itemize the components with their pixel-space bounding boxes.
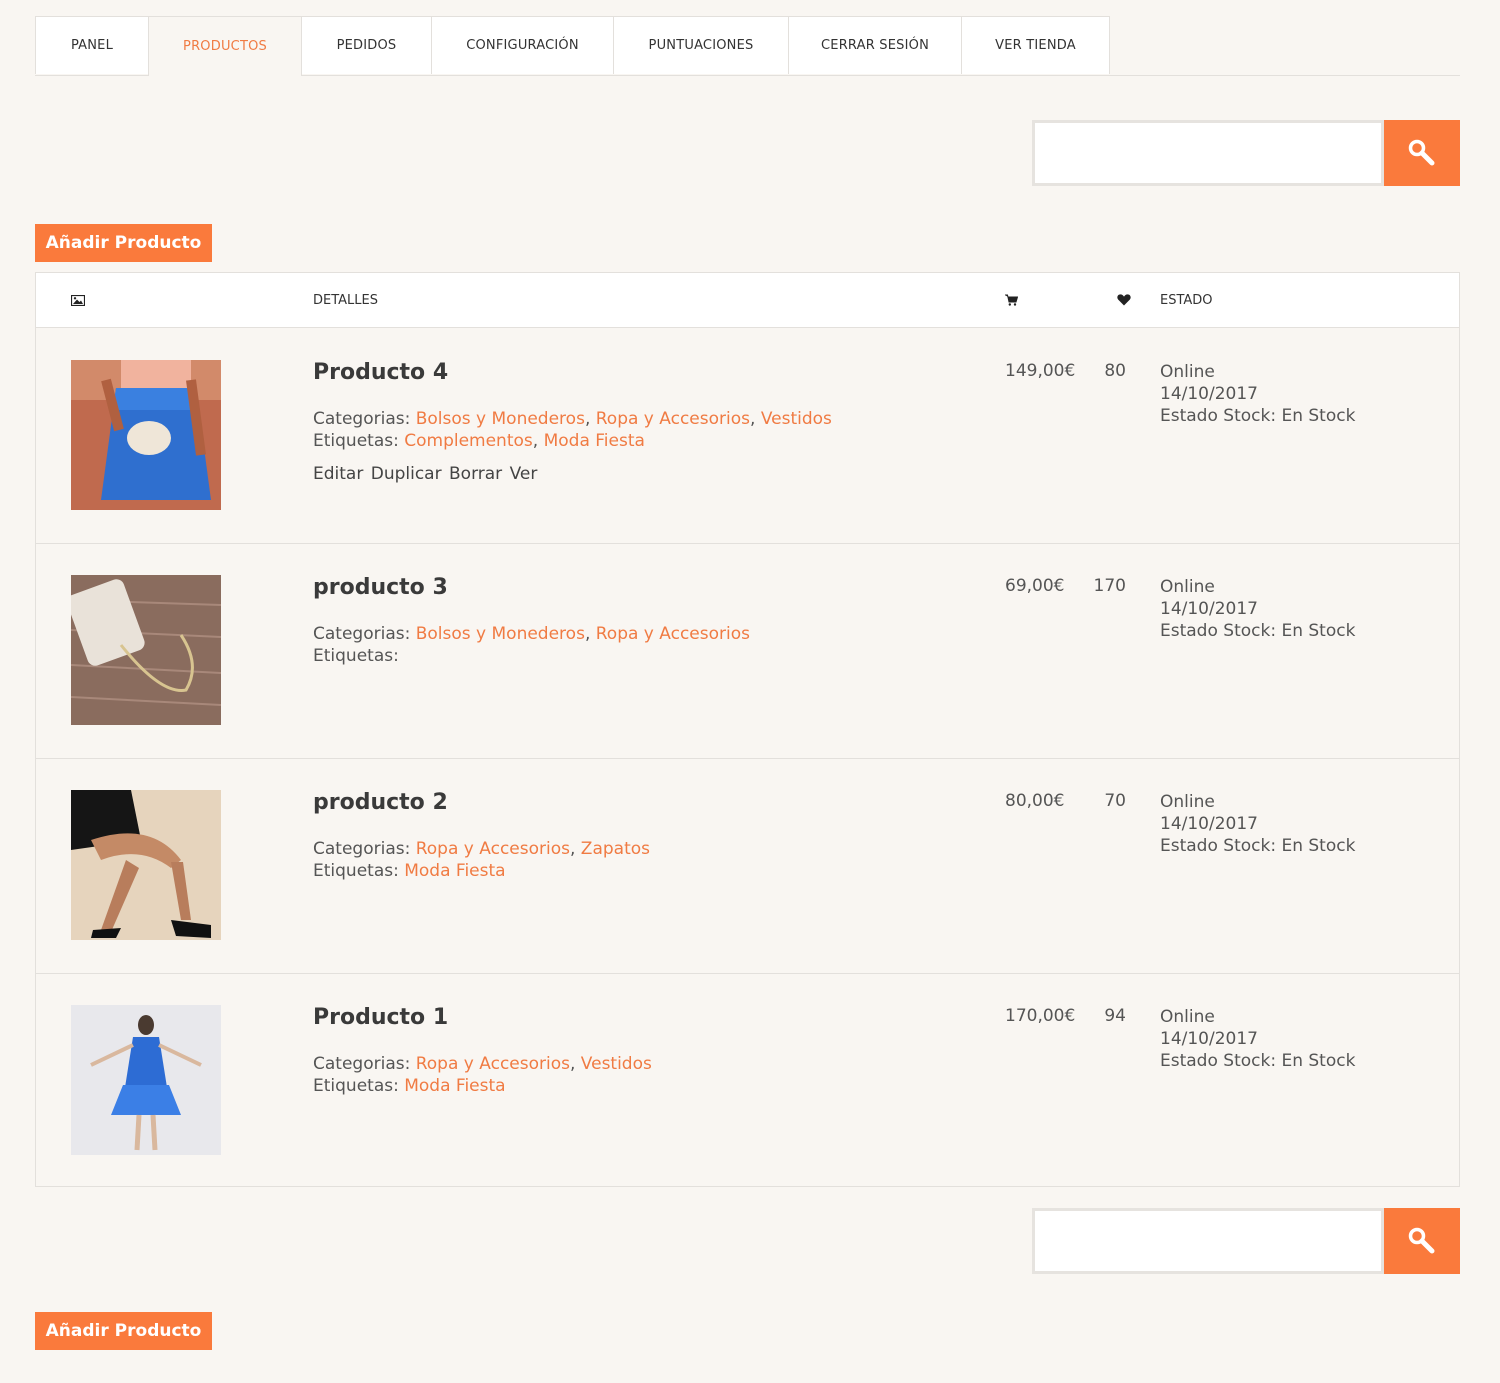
category-link[interactable]: Ropa y Accesorios xyxy=(416,1054,570,1074)
search-button[interactable] xyxy=(1384,1208,1460,1274)
status-online: Online xyxy=(1160,577,1215,597)
product-price: 80,00€ xyxy=(1005,791,1065,811)
category-link[interactable]: Ropa y Accesorios xyxy=(596,409,750,429)
tags-label: Etiquetas: xyxy=(313,431,399,451)
duplicate-action[interactable]: Duplicar xyxy=(371,464,442,484)
search-input[interactable] xyxy=(1032,120,1384,186)
heart-icon xyxy=(1117,294,1131,306)
status-date: 14/10/2017 xyxy=(1160,814,1258,834)
table-row: Producto 4 Categorias: Bolsos y Monedero… xyxy=(36,328,1459,544)
tab-cerrar-sesion[interactable]: CERRAR SESIÓN xyxy=(788,16,962,74)
product-likes: 80 xyxy=(1104,361,1126,381)
product-categories: Categorias: Ropa y Accesorios, Vestidos xyxy=(313,1054,652,1074)
product-status: Online 14/10/2017 Estado Stock: En Stock xyxy=(1160,361,1355,427)
product-categories: Categorias: Ropa y Accesorios, Zapatos xyxy=(313,839,650,859)
details-column-header: DETALLES xyxy=(313,292,378,308)
product-tags: Etiquetas: Moda Fiesta xyxy=(313,1075,506,1097)
search-bar-bottom xyxy=(1032,1208,1460,1274)
product-categories: Categorias: Bolsos y Monederos, Ropa y A… xyxy=(313,409,832,429)
product-tags: Etiquetas: Complementos, Moda Fiesta xyxy=(313,431,645,451)
product-likes: 94 xyxy=(1104,1006,1126,1026)
products-table: DETALLES ESTADO Producto 4 Categorias: B… xyxy=(35,272,1460,1187)
table-row: Producto 1 Categorias: Ropa y Accesorios… xyxy=(36,973,1459,1188)
category-link[interactable]: Vestidos xyxy=(761,409,832,429)
tab-panel[interactable]: PANEL xyxy=(35,16,149,74)
categories-label: Categorias: xyxy=(313,624,411,644)
tag-link[interactable]: Moda Fiesta xyxy=(404,1076,505,1096)
edit-action[interactable]: Editar xyxy=(313,464,363,484)
tab-pedidos[interactable]: PEDIDOS xyxy=(301,16,432,74)
search-icon xyxy=(1408,139,1435,166)
tags-label: Etiquetas: xyxy=(313,861,399,881)
cart-icon xyxy=(1005,294,1018,306)
tag-link[interactable]: Moda Fiesta xyxy=(404,861,505,881)
search-bar-top xyxy=(1032,120,1460,186)
product-price: 170,00€ xyxy=(1005,1006,1076,1026)
stock-status: Estado Stock: En Stock xyxy=(1160,836,1356,856)
status-online: Online xyxy=(1160,792,1215,812)
tab-productos[interactable]: PRODUCTOS xyxy=(148,16,302,76)
add-product-button[interactable]: Añadir Producto xyxy=(35,224,212,262)
status-date: 14/10/2017 xyxy=(1160,599,1258,619)
category-link[interactable]: Bolsos y Monederos xyxy=(416,409,585,429)
image-icon xyxy=(71,294,85,306)
product-price: 149,00€ xyxy=(1005,361,1076,381)
product-name[interactable]: Producto 1 xyxy=(313,1005,448,1030)
product-thumbnail[interactable] xyxy=(71,360,221,510)
status-online: Online xyxy=(1160,1007,1215,1027)
product-likes: 170 xyxy=(1093,576,1126,596)
category-link[interactable]: Zapatos xyxy=(581,839,650,859)
product-tags: Etiquetas: Moda Fiesta xyxy=(313,860,506,882)
product-tags: Etiquetas: xyxy=(313,645,399,667)
product-name[interactable]: Producto 4 xyxy=(313,360,448,385)
view-action[interactable]: Ver xyxy=(510,464,538,484)
product-thumbnail[interactable] xyxy=(71,790,221,940)
status-date: 14/10/2017 xyxy=(1160,384,1258,404)
categories-label: Categorias: xyxy=(313,839,411,859)
product-thumbnail[interactable] xyxy=(71,1005,221,1155)
category-link[interactable]: Bolsos y Monederos xyxy=(416,624,585,644)
category-link[interactable]: Ropa y Accesorios xyxy=(596,624,750,644)
tags-label: Etiquetas: xyxy=(313,646,399,666)
product-name[interactable]: producto 2 xyxy=(313,790,448,815)
tab-configuracion[interactable]: CONFIGURACIÓN xyxy=(431,16,614,74)
product-status: Online 14/10/2017 Estado Stock: En Stock xyxy=(1160,791,1355,857)
tag-link[interactable]: Complementos xyxy=(404,431,533,451)
table-row: producto 3 Categorias: Bolsos y Monedero… xyxy=(36,543,1459,759)
tag-link[interactable]: Moda Fiesta xyxy=(544,431,645,451)
category-link[interactable]: Ropa y Accesorios xyxy=(416,839,570,859)
product-name[interactable]: producto 3 xyxy=(313,575,448,600)
stock-status: Estado Stock: En Stock xyxy=(1160,406,1356,426)
stock-status: Estado Stock: En Stock xyxy=(1160,621,1356,641)
row-actions: Editar Duplicar Borrar Ver xyxy=(313,464,537,484)
product-categories: Categorias: Bolsos y Monederos, Ropa y A… xyxy=(313,624,750,644)
categories-label: Categorias: xyxy=(313,409,411,429)
search-input[interactable] xyxy=(1032,1208,1384,1274)
table-row: producto 2 Categorias: Ropa y Accesorios… xyxy=(36,758,1459,974)
category-link[interactable]: Vestidos xyxy=(581,1054,652,1074)
nav-tabs: PANEL PRODUCTOS PEDIDOS CONFIGURACIÓN PU… xyxy=(35,16,1460,76)
stock-status: Estado Stock: En Stock xyxy=(1160,1051,1356,1071)
product-thumbnail[interactable] xyxy=(71,575,221,725)
table-header: DETALLES ESTADO xyxy=(36,273,1459,328)
add-product-button[interactable]: Añadir Producto xyxy=(35,1312,212,1350)
image-column-header xyxy=(71,273,85,327)
delete-action[interactable]: Borrar xyxy=(449,464,502,484)
search-button[interactable] xyxy=(1384,120,1460,186)
categories-label: Categorias: xyxy=(313,1054,411,1074)
search-icon xyxy=(1408,1227,1435,1254)
tags-label: Etiquetas: xyxy=(313,1076,399,1096)
status-date: 14/10/2017 xyxy=(1160,1029,1258,1049)
likes-column-header xyxy=(1117,273,1131,327)
price-column-header xyxy=(1005,273,1018,327)
product-status: Online 14/10/2017 Estado Stock: En Stock xyxy=(1160,1006,1355,1072)
status-online: Online xyxy=(1160,362,1215,382)
tab-puntuaciones[interactable]: PUNTUACIONES xyxy=(613,16,789,74)
status-column-header: ESTADO xyxy=(1160,292,1213,308)
product-likes: 70 xyxy=(1104,791,1126,811)
product-price: 69,00€ xyxy=(1005,576,1065,596)
product-status: Online 14/10/2017 Estado Stock: En Stock xyxy=(1160,576,1355,642)
tab-ver-tienda[interactable]: VER TIENDA xyxy=(961,16,1110,74)
